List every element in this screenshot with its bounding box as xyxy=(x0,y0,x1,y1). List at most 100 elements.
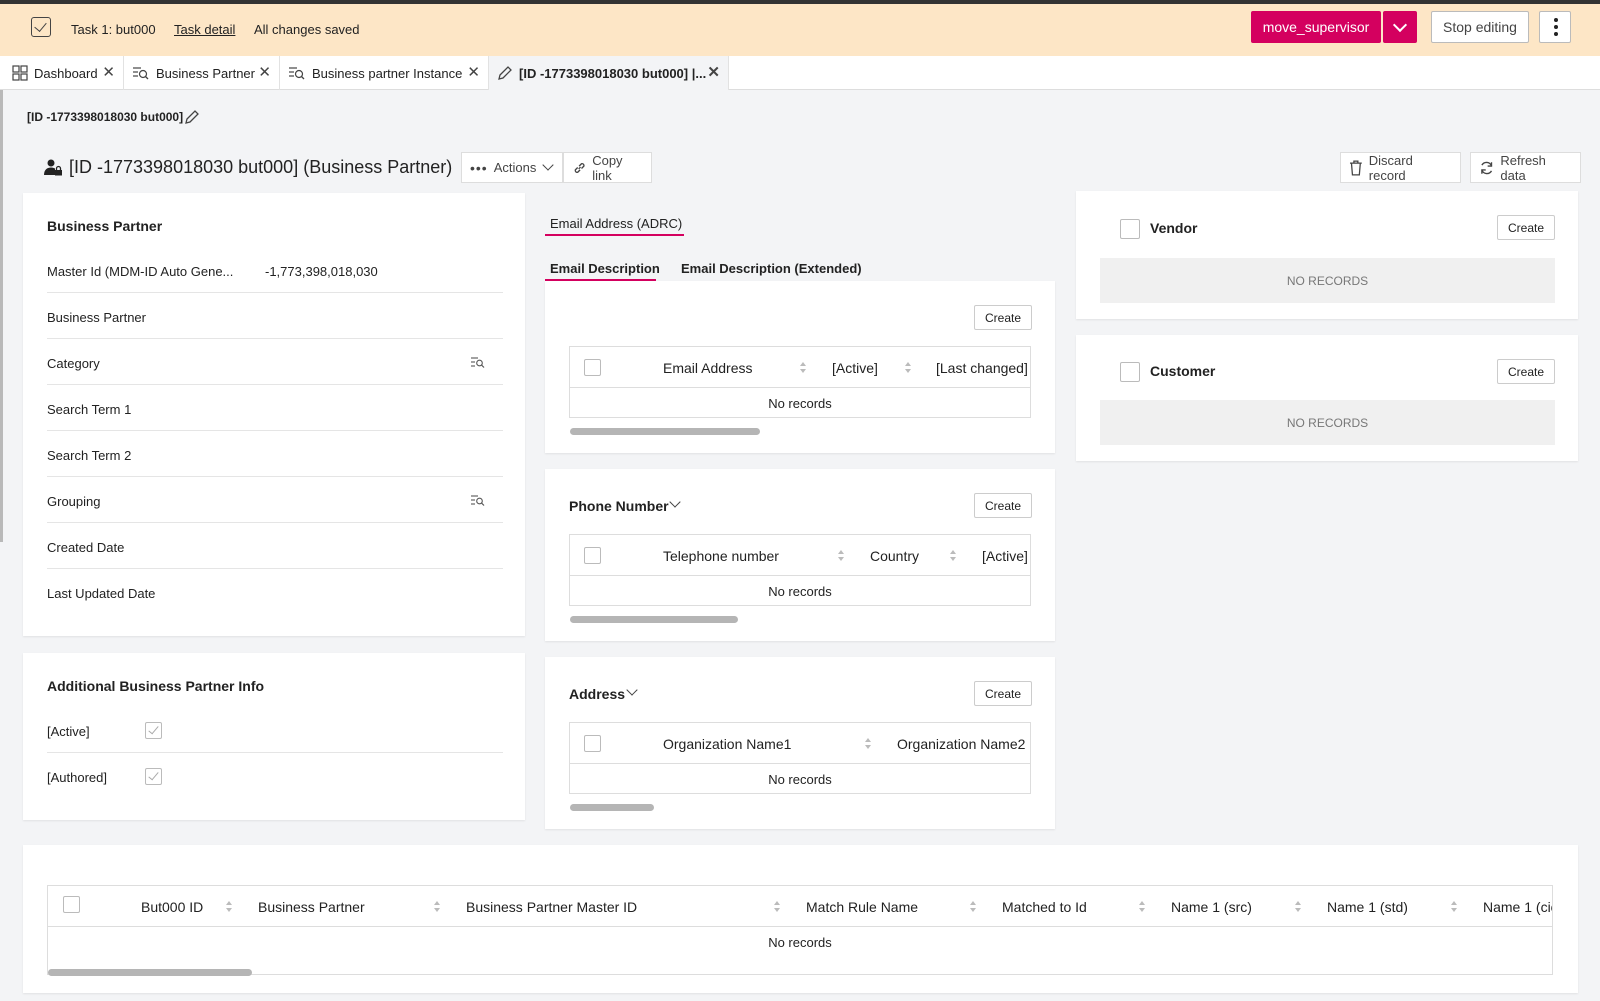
refresh-data-button[interactable]: Refresh data xyxy=(1470,152,1581,183)
sort-icon[interactable] xyxy=(1139,901,1145,912)
field-label: Search Term 2 xyxy=(47,448,132,463)
field-search-term-1[interactable]: Search Term 1 xyxy=(47,386,503,431)
vendor-checkbox[interactable] xyxy=(1120,219,1140,239)
active-tab-underline xyxy=(545,234,684,236)
column-header[interactable]: [Active] xyxy=(982,548,1028,564)
create-address-button[interactable]: Create xyxy=(974,681,1032,706)
column-header[interactable]: Name 1 (src) xyxy=(1171,899,1252,915)
sort-icon[interactable] xyxy=(950,550,956,561)
customer-card: Customer Create NO RECORDS xyxy=(1076,335,1578,461)
no-records-text: No records xyxy=(768,772,832,787)
field-label: [Active] xyxy=(47,724,90,739)
sort-icon[interactable] xyxy=(905,362,911,373)
tab-label: [ID -1773398018030 but000] |... xyxy=(519,65,707,81)
sort-icon[interactable] xyxy=(774,901,780,912)
move-supervisor-button[interactable]: move_supervisor xyxy=(1251,11,1381,43)
column-header[interactable]: Organization Name1 xyxy=(663,736,791,752)
lookup-icon[interactable] xyxy=(471,356,485,368)
stop-editing-button[interactable]: Stop editing xyxy=(1431,11,1529,43)
tab-email-description-extended[interactable]: Email Description (Extended) xyxy=(681,261,862,276)
sort-icon[interactable] xyxy=(226,901,232,912)
tab-current-record[interactable]: [ID -1773398018030 but000] |... ✕ xyxy=(489,56,729,90)
column-header[interactable]: Organization Name2 xyxy=(897,736,1025,752)
field-last-updated-date[interactable]: Last Updated Date xyxy=(47,570,503,615)
column-header[interactable]: Email Address xyxy=(663,360,752,376)
tab-email-address[interactable]: Email Address (ADRC) xyxy=(550,216,682,231)
table-header: Organization Name1 Organization Name2 xyxy=(570,723,1030,764)
field-category[interactable]: Category xyxy=(47,340,503,385)
task-check-icon xyxy=(31,17,51,37)
task-title: Task 1: but000 xyxy=(71,22,156,37)
close-icon[interactable]: ✕ xyxy=(467,63,480,81)
no-records-text: No records xyxy=(768,935,832,950)
create-vendor-button[interactable]: Create xyxy=(1497,215,1555,240)
lookup-icon[interactable] xyxy=(471,494,485,506)
copy-link-button[interactable]: Copy link xyxy=(563,152,652,183)
active-checkbox[interactable] xyxy=(145,722,162,739)
field-business-partner[interactable]: Business Partner xyxy=(47,294,503,339)
phone-card: Phone Number Create Telephone number Cou… xyxy=(545,469,1055,641)
tab-label: Business partner Instance xyxy=(312,65,463,81)
select-all-checkbox[interactable] xyxy=(584,359,601,376)
column-header[interactable]: Name 1 (std) xyxy=(1327,899,1408,915)
customer-checkbox[interactable] xyxy=(1120,362,1140,382)
horizontal-scrollbar[interactable] xyxy=(48,969,252,976)
chevron-down-icon[interactable] xyxy=(669,496,681,508)
column-header[interactable]: Country xyxy=(870,548,919,564)
column-header[interactable]: Telephone number xyxy=(663,548,779,564)
move-supervisor-dropdown-button[interactable] xyxy=(1383,11,1417,43)
column-header[interactable]: Matched to Id xyxy=(1002,899,1087,915)
discard-record-button[interactable]: Discard record xyxy=(1340,152,1461,183)
sort-icon[interactable] xyxy=(970,901,976,912)
create-customer-button[interactable]: Create xyxy=(1497,359,1555,384)
sort-icon[interactable] xyxy=(800,362,806,373)
match-results-table: But000 ID Business Partner Business Part… xyxy=(47,885,1553,975)
close-icon[interactable]: ✕ xyxy=(102,63,115,81)
close-icon[interactable]: ✕ xyxy=(707,63,720,81)
select-all-checkbox[interactable] xyxy=(584,547,601,564)
field-search-term-2[interactable]: Search Term 2 xyxy=(47,432,503,477)
column-header[interactable]: Name 1 (cic xyxy=(1483,899,1552,915)
field-label: Search Term 1 xyxy=(47,402,132,417)
authored-checkbox[interactable] xyxy=(145,768,162,785)
column-header[interactable]: [Active] xyxy=(832,360,878,376)
horizontal-scrollbar[interactable] xyxy=(570,616,738,623)
task-detail-link[interactable]: Task detail xyxy=(174,22,235,37)
field-value[interactable]: -1,773,398,018,030 xyxy=(265,264,378,279)
sort-icon[interactable] xyxy=(865,738,871,749)
chevron-down-icon[interactable] xyxy=(626,684,638,696)
empty-state: NO RECORDS xyxy=(1100,400,1555,445)
select-all-checkbox[interactable] xyxy=(584,735,601,752)
tab-email-description[interactable]: Email Description xyxy=(550,261,660,276)
horizontal-scrollbar[interactable] xyxy=(570,804,654,811)
close-icon[interactable]: ✕ xyxy=(258,63,271,81)
tab-business-partner[interactable]: Business Partner ✕ xyxy=(124,56,280,90)
table-header: Email Address [Active] [Last changed] xyxy=(570,347,1030,388)
column-header[interactable]: Business Partner Master ID xyxy=(466,899,637,915)
column-header[interactable]: Match Rule Name xyxy=(806,899,918,915)
actions-button[interactable]: ••• Actions xyxy=(461,152,563,183)
column-header[interactable]: [Last changed] xyxy=(936,360,1028,376)
field-label: Category xyxy=(47,356,100,371)
field-grouping[interactable]: Grouping xyxy=(47,478,503,523)
horizontal-scrollbar[interactable] xyxy=(570,428,760,435)
table-header: But000 ID Business Partner Business Part… xyxy=(48,886,1552,927)
edit-icon[interactable] xyxy=(184,109,200,125)
more-options-button[interactable] xyxy=(1539,11,1571,43)
copy-link-label: Copy link xyxy=(592,152,623,183)
field-created-date[interactable]: Created Date xyxy=(47,524,503,569)
tab-business-partner-instance[interactable]: Business partner Instance ✕ xyxy=(280,56,489,90)
left-scrollbar[interactable] xyxy=(0,90,3,542)
column-header[interactable]: Business Partner xyxy=(258,899,365,915)
sort-icon[interactable] xyxy=(838,550,844,561)
select-all-checkbox[interactable] xyxy=(63,896,80,913)
create-email-button[interactable]: Create xyxy=(974,305,1032,330)
sort-icon[interactable] xyxy=(1295,901,1301,912)
sort-icon[interactable] xyxy=(434,901,440,912)
create-phone-button[interactable]: Create xyxy=(974,493,1032,518)
column-header[interactable]: But000 ID xyxy=(141,899,203,915)
link-icon xyxy=(574,162,585,173)
sort-icon[interactable] xyxy=(1451,901,1457,912)
dashboard-icon xyxy=(12,65,28,81)
tab-dashboard[interactable]: Dashboard ✕ xyxy=(4,56,124,90)
